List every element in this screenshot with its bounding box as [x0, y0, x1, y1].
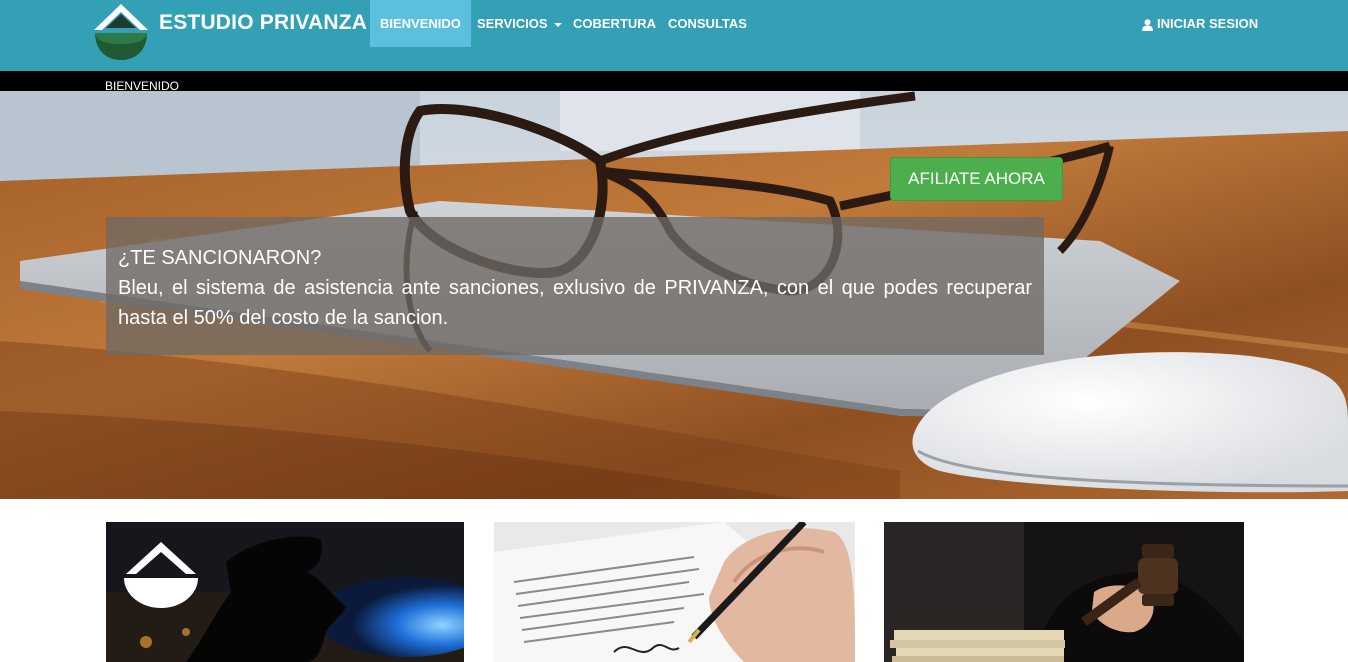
caret-down-icon [553, 22, 562, 27]
police-officer-image [106, 522, 464, 662]
brand[interactable]: ESTUDIO PRIVANZA [92, 2, 367, 68]
hero-caption: ¿TE SANCIONARON? Bleu, el sistema de asi… [106, 217, 1044, 355]
nav-bienvenido[interactable]: BIENVENIDO [370, 0, 471, 47]
login-link[interactable]: INICIAR SESION [1132, 0, 1268, 47]
breadcrumb-bar [0, 71, 1348, 91]
nav-cobertura[interactable]: COBERTURA [563, 0, 666, 47]
caption-body: Bleu, el sistema de asistencia ante sanc… [118, 277, 1032, 329]
card-justicia[interactable] [884, 522, 1244, 662]
nav-consultas[interactable]: CONSULTAS [658, 0, 757, 47]
nav-servicios[interactable]: SERVICIOS [467, 0, 572, 47]
brand-name[interactable]: ESTUDIO PRIVANZA [159, 11, 367, 35]
judge-gavel-image [884, 522, 1244, 662]
top-navbar: ESTUDIO PRIVANZA BIENVENIDO SERVICIOS CO… [0, 0, 1348, 71]
breadcrumb: BIENVENIDO [105, 79, 180, 93]
brand-logo [94, 4, 148, 60]
login-label: INICIAR SESION [1157, 16, 1259, 31]
card-documento[interactable] [494, 522, 855, 662]
signing-document-image [494, 522, 855, 662]
hero-banner: AFILIATE AHORA ¿TE SANCIONARON? Bleu, el… [0, 91, 1348, 499]
afiliate-ahora-button[interactable]: AFILIATE AHORA [890, 157, 1063, 201]
caption-title: ¿TE SANCIONARON? [118, 247, 322, 269]
user-icon [1142, 18, 1153, 31]
nav-servicios-label: SERVICIOS [477, 16, 548, 31]
card-police[interactable] [106, 522, 464, 662]
